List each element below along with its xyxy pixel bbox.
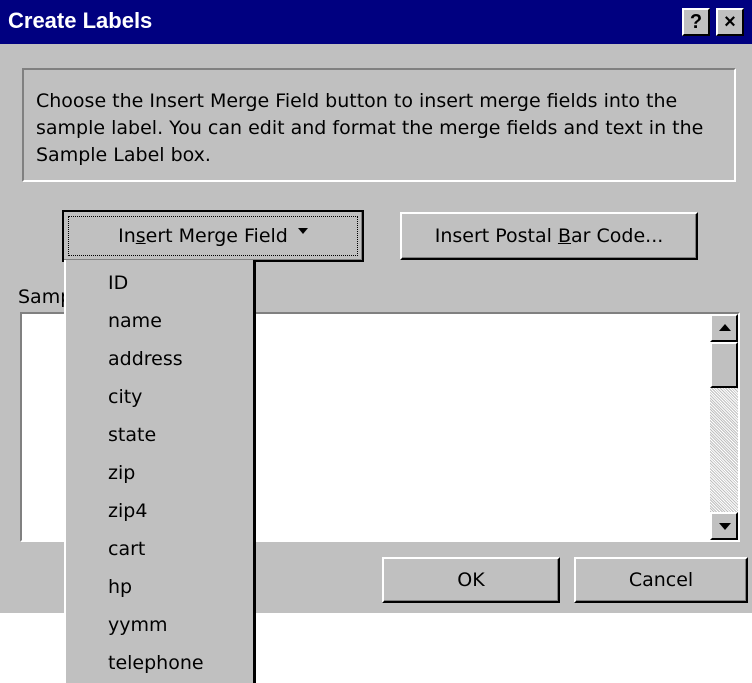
menu-item-telephone[interactable]: telephone xyxy=(108,652,204,682)
menu-item-cart[interactable]: cart xyxy=(108,538,145,568)
insert-merge-field-button[interactable]: Insert Merge Field xyxy=(62,210,364,262)
menu-item-city[interactable]: city xyxy=(108,386,142,416)
dropdown-caret-icon xyxy=(297,227,308,234)
menu-item-state[interactable]: state xyxy=(108,424,156,454)
menu-item-zip4[interactable]: zip4 xyxy=(108,500,147,530)
instructions-panel: Choose the Insert Merge Field button to … xyxy=(22,68,736,182)
cancel-button[interactable]: Cancel xyxy=(574,557,748,603)
label-part: ar Code... xyxy=(571,225,664,247)
scrollbar-thumb[interactable] xyxy=(710,342,738,388)
menu-item-address[interactable]: address xyxy=(108,348,183,378)
scroll-up-button[interactable] xyxy=(710,314,738,342)
menu-item-hp[interactable]: hp xyxy=(108,576,132,606)
menu-item-yymm[interactable]: yymm xyxy=(108,614,168,644)
label-part: In xyxy=(118,225,136,247)
accelerator-key: B xyxy=(557,225,572,247)
close-button[interactable]: × xyxy=(716,8,744,36)
menu-item-name[interactable]: name xyxy=(108,310,162,340)
down-arrow-icon xyxy=(719,523,731,530)
vertical-scrollbar[interactable] xyxy=(710,314,738,540)
merge-field-dropdown-menu: ID name address city state zip zip4 cart… xyxy=(64,260,256,683)
up-arrow-icon xyxy=(719,324,731,331)
menu-item-id[interactable]: ID xyxy=(108,272,128,302)
label-part: Insert Postal xyxy=(434,225,558,247)
label-part: ert Merge Field xyxy=(145,225,288,247)
title-bar: Create Labels ? × xyxy=(0,0,752,44)
insert-merge-field-label: Insert Merge Field xyxy=(64,225,362,247)
menu-item-zip[interactable]: zip xyxy=(108,462,135,492)
help-button[interactable]: ? xyxy=(682,8,710,36)
accelerator-key: s xyxy=(135,225,146,247)
instructions-text: Choose the Insert Merge Field button to … xyxy=(36,90,704,166)
scroll-down-button[interactable] xyxy=(710,512,738,540)
window-title: Create Labels xyxy=(8,8,153,33)
insert-postal-bar-code-button[interactable]: Insert Postal Bar Code... xyxy=(400,212,698,260)
ok-button[interactable]: OK xyxy=(382,557,560,603)
